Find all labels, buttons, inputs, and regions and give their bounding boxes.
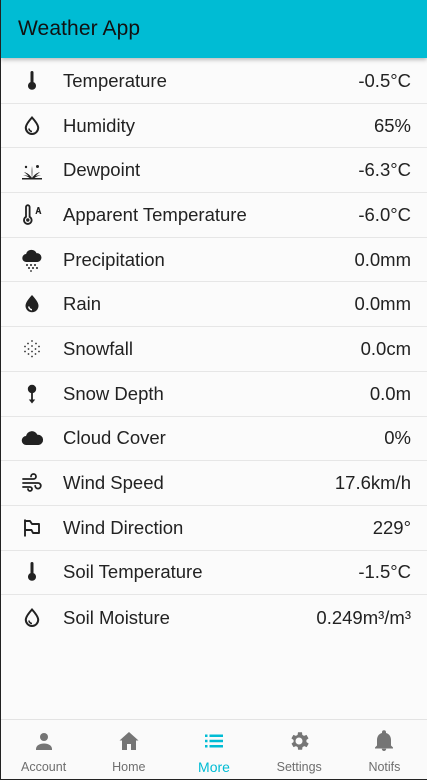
rain-drop-icon [18,290,46,318]
metric-label: Dewpoint [63,159,141,181]
snow-depth-icon [18,380,46,408]
metric-label: Wind Speed [63,472,164,494]
nav-label: Notifs [368,760,401,774]
metric-row-wind-direction[interactable]: Wind Direction 229° [1,506,427,551]
thermometer-apparent-icon [18,201,46,229]
metric-label: Snowfall [63,337,133,359]
grass-dew-icon [18,156,46,184]
metric-row-rain[interactable]: Rain 0.0mm [1,282,427,328]
metric-label: Rain [63,293,102,315]
metric-label: Soil Moisture [63,606,170,628]
metric-row-soil-temperature[interactable]: Soil Temperature -1.5°C [1,551,427,596]
metric-row-soil-moisture[interactable]: Soil Moisture 0.249m³/m³ [1,595,427,640]
app-bar: Weather App [1,0,427,58]
wind-icon [18,469,46,497]
metric-value: 0.0cm [360,337,411,359]
metric-row-apparent-temperature[interactable]: Apparent Temperature -6.0°C [1,193,427,238]
metric-value: -6.3°C [358,159,411,181]
metric-value: 17.6km/h [334,472,411,494]
metric-value: -1.5°C [358,561,411,583]
thermometer-icon [18,558,46,586]
metric-row-humidity[interactable]: Humidity 65% [1,104,427,149]
metric-value: -0.5°C [358,69,411,91]
metric-label: Precipitation [63,248,165,270]
metric-value: -6.0°C [358,203,411,225]
nav-item-notifs[interactable]: Notifs [342,720,427,779]
metric-value: 0.0mm [354,293,411,315]
metric-value: 0.249m³/m³ [316,606,411,628]
metric-label: Snow Depth [63,382,164,404]
metric-row-wind-speed[interactable]: Wind Speed 17.6km/h [1,461,427,506]
wind-direction-flag-icon [18,514,46,542]
metric-row-snowfall[interactable]: Snowfall 0.0cm [1,327,427,372]
metric-label: Apparent Temperature [63,203,247,225]
metric-row-cloud-cover[interactable]: Cloud Cover 0% [1,417,427,462]
water-drop-outline-icon [18,604,46,632]
nav-item-account[interactable]: Account [1,720,86,779]
metric-row-temperature[interactable]: Temperature -0.5°C [1,59,427,104]
nav-label: Home [112,760,146,774]
metric-value: 0.0mm [354,248,411,270]
nav-label: Account [21,760,67,774]
bell-icon [372,729,396,758]
gear-icon [287,729,311,758]
bottom-navigation: Account Home More Settings Notifs [1,719,427,779]
metric-value: 65% [373,114,411,136]
metric-label: Soil Temperature [63,561,203,583]
app-title: Weather App [18,17,141,40]
metric-value: 0% [384,427,411,449]
snowfall-dots-icon [18,335,46,363]
weather-metrics-list: Temperature -0.5°C Humidity 65% Dewpoint… [1,59,427,640]
nav-label: More [198,759,230,775]
metric-label: Temperature [63,69,167,91]
cloud-icon [18,424,46,452]
water-drop-outline-icon [18,112,46,140]
metric-row-precipitation[interactable]: Precipitation 0.0mm [1,238,427,283]
metric-label: Humidity [63,114,135,136]
nav-item-more[interactable]: More [171,720,256,779]
thermometer-icon [18,67,46,95]
nav-label: Settings [276,760,322,774]
metric-row-snow-depth[interactable]: Snow Depth 0.0m [1,372,427,417]
metric-row-dewpoint[interactable]: Dewpoint -6.3°C [1,148,427,194]
app-screen: Weather App Temperature -0.5°C Humidity … [0,0,427,780]
metric-value: 0.0m [369,382,411,404]
nav-item-home[interactable]: Home [86,720,171,779]
metric-label: Cloud Cover [63,427,166,449]
cloud-snow-icon [18,246,46,274]
metric-value: 229° [372,516,411,538]
home-icon [117,729,141,758]
list-icon [202,729,226,758]
nav-item-settings[interactable]: Settings [257,720,342,779]
metric-label: Wind Direction [63,516,184,538]
account-icon [32,729,56,758]
